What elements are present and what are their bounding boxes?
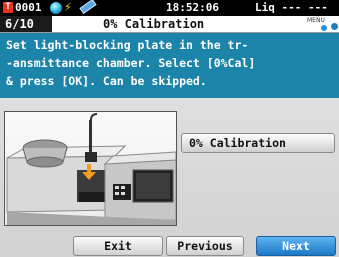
menu-dot <box>321 25 327 31</box>
menu-label: MENU <box>307 17 325 24</box>
title-bar: 6/10 0% Calibration MENU <box>0 16 339 33</box>
next-button[interactable]: Next <box>256 236 336 256</box>
menu-dot <box>331 23 338 30</box>
zero-calibration-button[interactable]: 0% Calibration <box>181 133 335 153</box>
measurement-mode: Liq --- --- <box>255 1 328 14</box>
step-indicator: 6/10 <box>0 16 52 32</box>
page-title: 0% Calibration <box>103 17 205 31</box>
sample-t-icon: T <box>3 2 13 13</box>
instruction-line: -ansmittance chamber. Select [0%Cal] <box>6 56 256 70</box>
exit-button[interactable]: Exit <box>73 236 163 256</box>
instrument-illustration <box>4 111 177 226</box>
instruction-line: & press [OK]. Can be skipped. <box>6 74 207 88</box>
clock: 18:52:06 <box>166 1 219 14</box>
status-bar: T 0001 ⚡ 18:52:06 Liq --- --- <box>0 0 339 16</box>
previous-button[interactable]: Previous <box>166 236 244 256</box>
pencil-icon <box>79 0 97 14</box>
sample-number: 0001 <box>15 1 42 14</box>
instruction-panel: Set light-blocking plate in the tr- -ans… <box>0 33 339 98</box>
lamp-icon <box>50 2 62 14</box>
flash-icon: ⚡ <box>64 0 72 15</box>
screen: T 0001 ⚡ 18:52:06 Liq --- --- 6/10 0% Ca… <box>0 0 339 257</box>
menu-icon[interactable]: MENU <box>307 17 338 31</box>
instruction-line: Set light-blocking plate in the tr- <box>6 38 249 52</box>
instrument-illustration-graphic <box>6 113 176 225</box>
